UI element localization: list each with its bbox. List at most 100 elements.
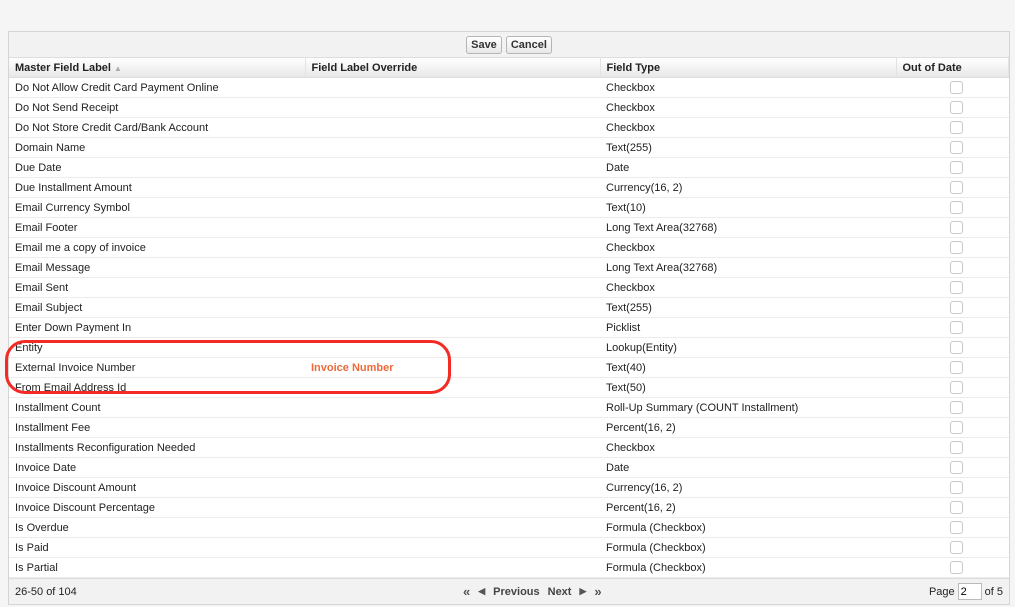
out-of-date-cell [896, 217, 1009, 238]
field-type: Checkbox [600, 237, 896, 258]
field-label-override[interactable] [305, 137, 600, 158]
out-of-date-checkbox[interactable] [950, 201, 963, 214]
field-type: Formula (Checkbox) [600, 557, 896, 578]
out-of-date-checkbox[interactable] [950, 421, 963, 434]
field-label-override[interactable] [305, 117, 600, 138]
field-type: Roll-Up Summary (COUNT Installment) [600, 397, 896, 418]
master-field-label: Do Not Allow Credit Card Payment Online [9, 77, 305, 98]
field-label-override[interactable] [305, 457, 600, 478]
field-type: Percent(16, 2) [600, 497, 896, 518]
field-label-override[interactable] [305, 517, 600, 538]
fields-table: Master Field Label ▲ Field Label Overrid… [9, 58, 1009, 578]
column-header-field-type[interactable]: Field Type [600, 58, 897, 78]
out-of-date-cell [896, 177, 1009, 198]
field-label-override[interactable] [305, 397, 600, 418]
table-row: Is Overdue Formula (Checkbox) [9, 517, 1009, 538]
field-label-override[interactable] [305, 97, 600, 118]
table-row: Email Message Long Text Area(32768) [9, 257, 1009, 278]
master-field-label: Is Overdue [9, 517, 305, 538]
out-of-date-checkbox[interactable] [950, 541, 963, 554]
table-row: Do Not Send Receipt Checkbox [9, 97, 1009, 118]
master-field-label: Email Message [9, 257, 305, 278]
table-row: Email Currency Symbol Text(10) [9, 197, 1009, 218]
out-of-date-cell [896, 337, 1009, 358]
out-of-date-checkbox[interactable] [950, 221, 963, 234]
field-label-override[interactable] [305, 417, 600, 438]
field-label-override[interactable] [305, 257, 600, 278]
field-label-override[interactable] [305, 297, 600, 318]
out-of-date-checkbox[interactable] [950, 161, 963, 174]
previous-link[interactable]: Previous [493, 586, 539, 598]
field-label-override[interactable] [305, 157, 600, 178]
out-of-date-cell [896, 517, 1009, 538]
out-of-date-checkbox[interactable] [950, 461, 963, 474]
field-label-override[interactable] [305, 77, 600, 98]
out-of-date-cell [896, 197, 1009, 218]
out-of-date-checkbox[interactable] [950, 341, 963, 354]
field-type: Long Text Area(32768) [600, 217, 896, 238]
master-field-label: Is Paid [9, 537, 305, 558]
out-of-date-cell [896, 537, 1009, 558]
field-label-override[interactable] [305, 277, 600, 298]
out-of-date-checkbox[interactable] [950, 81, 963, 94]
out-of-date-checkbox[interactable] [950, 381, 963, 394]
out-of-date-checkbox[interactable] [950, 401, 963, 414]
out-of-date-cell [896, 377, 1009, 398]
out-of-date-cell [896, 477, 1009, 498]
field-label-override[interactable] [305, 317, 600, 338]
column-header-out-of-date[interactable]: Out of Date [896, 58, 1009, 78]
out-of-date-checkbox[interactable] [950, 261, 963, 274]
out-of-date-checkbox[interactable] [950, 521, 963, 534]
out-of-date-cell [896, 417, 1009, 438]
field-label-override[interactable] [305, 237, 600, 258]
field-label-override[interactable] [305, 177, 600, 198]
field-label-override[interactable] [305, 377, 600, 398]
cancel-button[interactable]: Cancel [505, 35, 552, 54]
out-of-date-checkbox[interactable] [950, 121, 963, 134]
field-type: Text(255) [600, 297, 896, 318]
master-field-label: From Email Address Id [9, 377, 305, 398]
field-label-override[interactable] [305, 337, 600, 358]
field-type: Picklist [600, 317, 896, 338]
out-of-date-checkbox[interactable] [950, 441, 963, 454]
column-header-master-field-label[interactable]: Master Field Label ▲ [9, 58, 306, 78]
out-of-date-checkbox[interactable] [950, 181, 963, 194]
table-row: Installment Count Roll-Up Summary (COUNT … [9, 397, 1009, 418]
out-of-date-checkbox[interactable] [950, 321, 963, 334]
out-of-date-checkbox[interactable] [950, 361, 963, 374]
out-of-date-checkbox[interactable] [950, 301, 963, 314]
out-of-date-checkbox[interactable] [950, 241, 963, 254]
last-page-icon[interactable]: » [594, 584, 601, 599]
field-label-override[interactable] [305, 437, 600, 458]
out-of-date-cell [896, 257, 1009, 278]
master-field-label: Entity [9, 337, 305, 358]
master-field-label: Invoice Discount Amount [9, 477, 305, 498]
table-row: Email Footer Long Text Area(32768) [9, 217, 1009, 238]
save-button[interactable]: Save [466, 35, 502, 54]
field-label-override[interactable] [305, 537, 600, 558]
master-field-label: Email me a copy of invoice [9, 237, 305, 258]
field-label-override[interactable]: Invoice Number [305, 357, 600, 378]
header-label: Master Field Label [15, 61, 111, 74]
out-of-date-checkbox[interactable] [950, 561, 963, 574]
out-of-date-checkbox[interactable] [950, 141, 963, 154]
sort-ascending-icon: ▲ [114, 63, 122, 73]
out-of-date-checkbox[interactable] [950, 101, 963, 114]
next-arrow-icon[interactable]: ▶ [579, 586, 586, 597]
previous-arrow-icon[interactable]: ◀ [478, 586, 485, 597]
out-of-date-checkbox[interactable] [950, 501, 963, 514]
column-header-field-label-override[interactable]: Field Label Override [305, 58, 601, 78]
field-label-override[interactable] [305, 477, 600, 498]
out-of-date-cell [896, 357, 1009, 378]
field-label-override[interactable] [305, 197, 600, 218]
page-number-input[interactable] [957, 583, 982, 600]
field-type: Percent(16, 2) [600, 417, 896, 438]
field-label-override[interactable] [305, 497, 600, 518]
field-label-override[interactable] [305, 557, 600, 578]
next-link[interactable]: Next [548, 586, 572, 598]
out-of-date-checkbox[interactable] [950, 481, 963, 494]
first-page-icon[interactable]: « [463, 584, 470, 599]
table-row: Is Paid Formula (Checkbox) [9, 537, 1009, 558]
out-of-date-checkbox[interactable] [950, 281, 963, 294]
field-label-override[interactable] [305, 217, 600, 238]
